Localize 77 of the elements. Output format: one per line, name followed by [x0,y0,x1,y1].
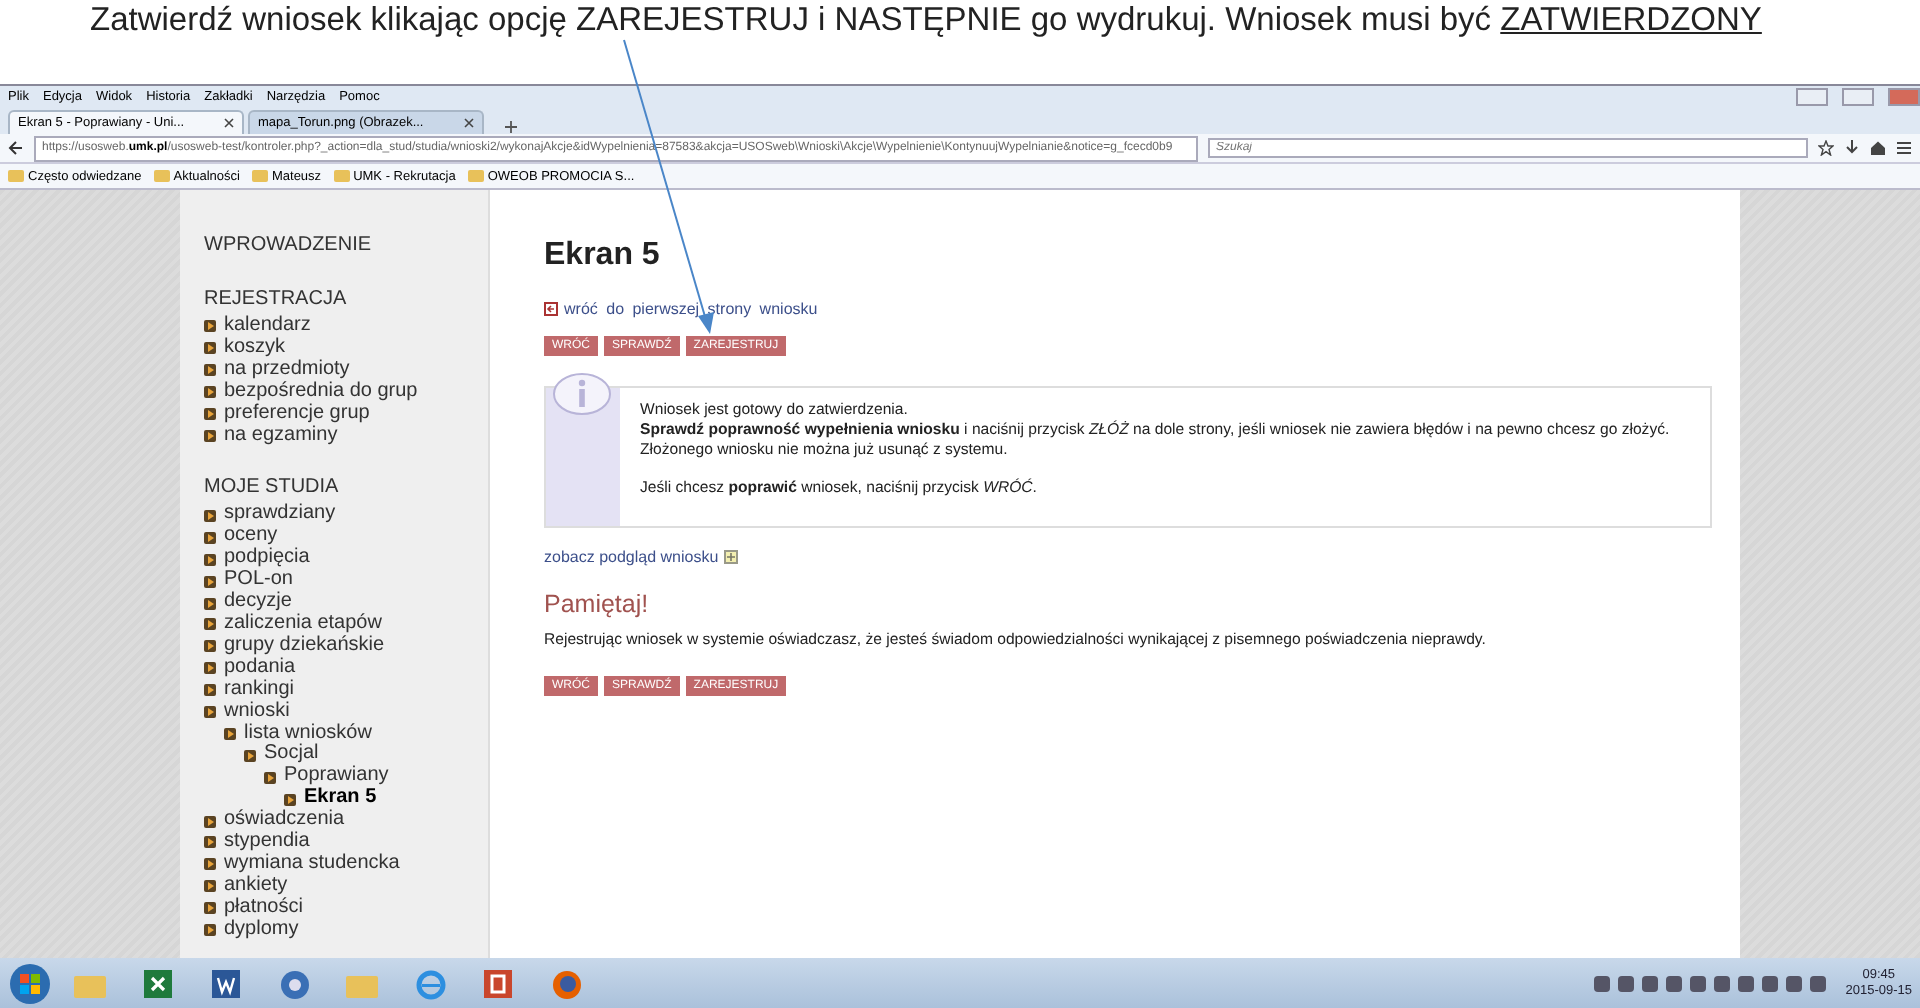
sidebar-item[interactable]: bezpośrednia do grup [204,381,488,404]
minimize-button[interactable] [1796,87,1828,105]
start-button[interactable] [8,962,52,1006]
sidebar-item[interactable]: dyplomy [204,919,488,942]
star-icon[interactable] [1818,140,1834,156]
bullet-icon [204,364,216,377]
back-arrow-icon [544,302,558,316]
document-app-icon[interactable] [212,970,240,998]
bullet-icon [204,597,216,610]
sidebar-item[interactable]: ankiety [204,875,488,898]
sidebar-item[interactable]: wnioski [204,701,488,723]
info-icon [552,372,612,416]
page-title: Ekran 5 [544,238,662,274]
bullet-icon [204,706,216,719]
bullet-icon [284,793,296,806]
bullet-icon [204,924,216,937]
back-link[interactable]: wróć do pierwszej strony wniosku [564,300,818,318]
back-icon[interactable] [8,140,24,156]
close-tab-icon[interactable] [464,118,474,128]
close-button[interactable] [1888,87,1920,105]
bullet-icon [204,386,216,399]
bullet-icon [204,858,216,871]
bullet-icon [204,640,216,653]
download-icon[interactable] [1844,140,1860,156]
sidebar-item[interactable]: grupy dziekańskie [204,635,488,658]
sidebar-item[interactable]: podpięcia [204,548,488,571]
home-icon[interactable] [1870,140,1886,156]
slide-caption: Zatwierdź wniosek klikając opcję ZAREJESTRUJ i NASTĘPNIE go wydrukuj. Wniosek musi być ZATWIERDZONY [90,0,1762,42]
sidebar-item[interactable]: stypendia [204,832,488,854]
sidebar-item[interactable]: preferencje grup [204,403,488,426]
bullet-icon [204,342,216,355]
sidebar-item[interactable]: Socjal [204,744,488,767]
maximize-button[interactable] [1842,87,1874,105]
bullet-icon [224,727,236,740]
bullet-icon [204,320,216,333]
sidebar-item[interactable]: podania [204,657,488,680]
spreadsheet-app-icon[interactable] [144,970,172,998]
bullet-icon [204,902,216,915]
sidebar-item[interactable]: na egzaminy [204,425,488,447]
bullet-icon [204,575,216,588]
bullet-icon [264,771,276,784]
sidebar-heading[interactable]: WPROWADZENIE [204,234,488,258]
bullet-icon [204,531,216,544]
bullet-icon [204,815,216,828]
presentation-app-icon[interactable] [484,970,512,998]
sidebar-item[interactable]: POL-on [204,570,488,593]
bullet-icon [204,618,216,631]
bullet-icon [204,684,216,697]
sidebar-item[interactable]: płatności [204,897,488,920]
bullet-icon [204,553,216,566]
bullet-icon [244,749,256,762]
sidebar-item[interactable]: decyzje [204,592,488,614]
bullet-icon [204,429,216,442]
expand-icon[interactable] [724,550,739,564]
menu-icon[interactable] [1896,140,1912,156]
close-tab-icon[interactable] [224,118,234,128]
bullet-icon [204,662,216,675]
preview-link[interactable]: zobacz podgląd wniosku [544,548,719,566]
sidebar-item[interactable]: na przedmioty [204,359,488,382]
sidebar-item[interactable]: lista wniosków [204,723,488,745]
bullet-icon [204,408,216,421]
sidebar-heading[interactable]: REJESTRACJA [204,288,488,312]
remember-heading: Pamiętaj! [544,590,651,618]
bullet-icon [204,509,216,522]
sidebar-item[interactable]: Poprawiany [204,766,488,789]
bullet-icon [204,880,216,893]
sidebar-item[interactable]: oświadczenia [204,810,488,833]
sidebar-item[interactable]: rankingi [204,679,488,702]
sidebar-item[interactable]: oceny [204,526,488,549]
sidebar-item[interactable]: kalendarz [204,316,488,338]
sidebar-item[interactable]: Ekran 5 [204,788,488,811]
sidebar-item[interactable]: koszyk [204,337,488,360]
sidebar-item[interactable]: wymiana studencka [204,853,488,876]
sidebar-item[interactable]: zaliczenia etapów [204,613,488,636]
bullet-icon [204,836,216,849]
sidebar-item[interactable]: sprawdziany [204,504,488,527]
sidebar-heading[interactable]: MOJE STUDIA [204,476,488,501]
